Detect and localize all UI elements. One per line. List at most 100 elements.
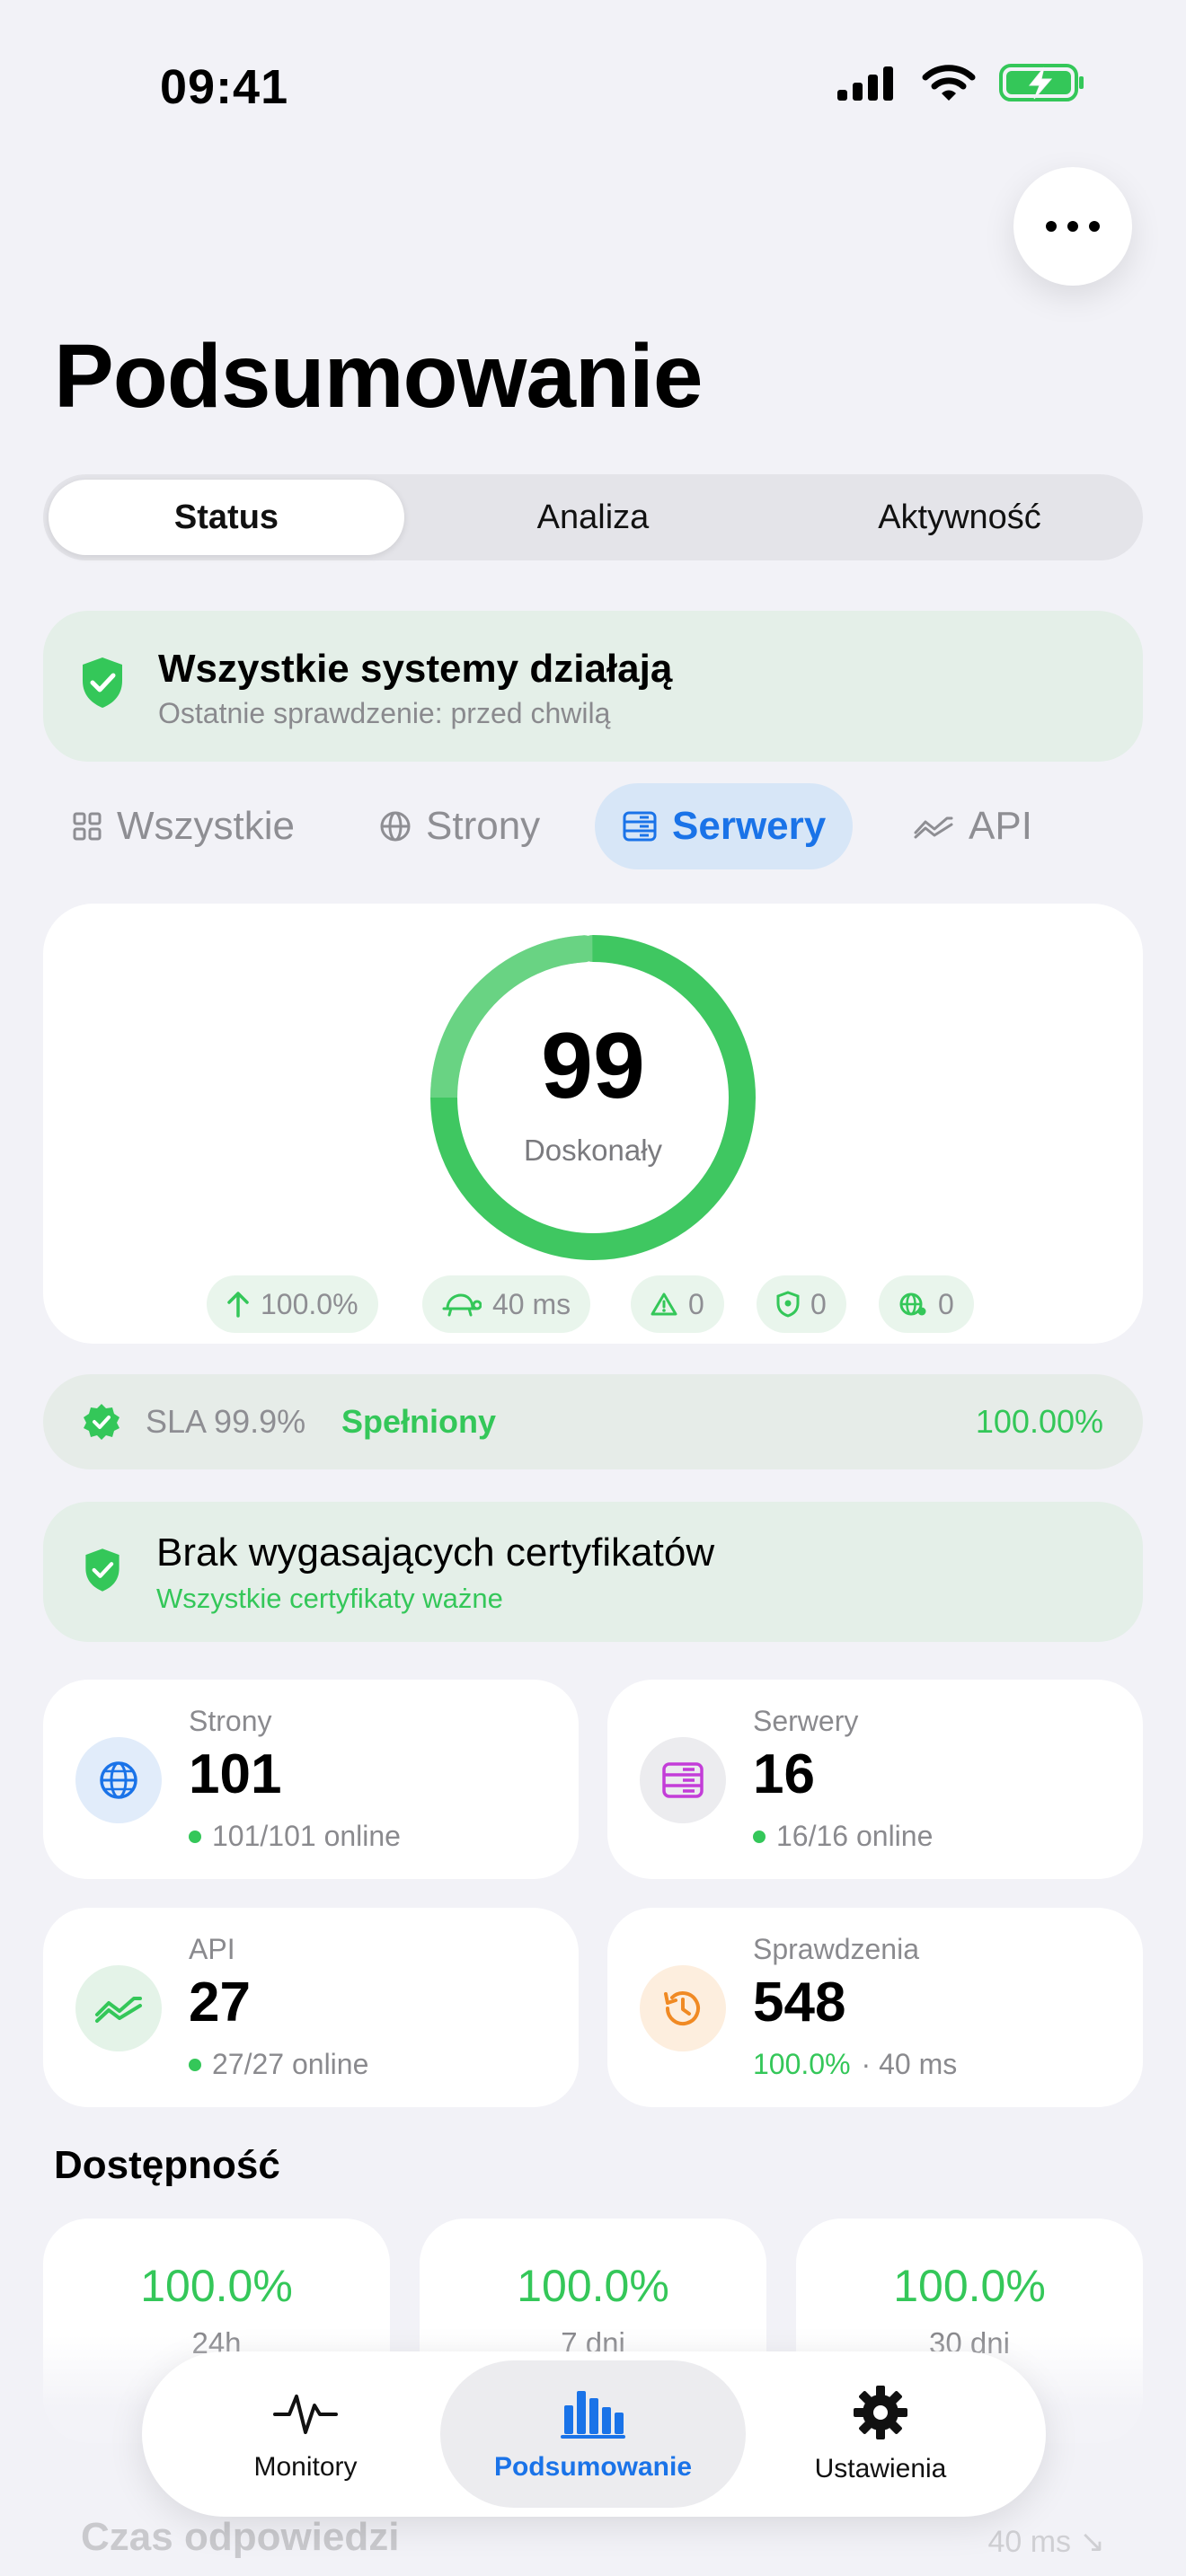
filter-servers-label: Serwery (672, 804, 827, 848)
stat-card-pages[interactable]: Strony 101 101/101 online (43, 1680, 579, 1879)
filter-servers[interactable]: Serwery (595, 783, 854, 869)
turtle-icon (442, 1293, 482, 1317)
shield-check-icon (85, 1548, 119, 1592)
api-label: API (189, 1933, 235, 1965)
metric-warnings-value: 0 (688, 1287, 704, 1320)
sla-bar[interactable]: SLA 99.9% Spełniony 100.00% (43, 1374, 1143, 1469)
status-bar: 09:41 (0, 0, 1186, 171)
segment-aktywnosc[interactable]: Aktywność (782, 480, 1137, 555)
globe-icon (380, 811, 411, 842)
metric-warnings: 0 (631, 1275, 724, 1333)
metric-uptime-value: 100.0% (261, 1287, 358, 1320)
checks-label: Sprawdzenia (753, 1933, 919, 1965)
filter-api[interactable]: API (886, 783, 1059, 869)
availability-value: 100.0% (140, 2261, 293, 2311)
heartbeat-icon (273, 2395, 338, 2434)
stat-card-checks[interactable]: Sprawdzenia 548 100.0% · 40 ms (607, 1908, 1143, 2107)
availability-value: 100.0% (893, 2261, 1046, 2311)
health-score-card: 99 Doskonały 100.0% 40 ms 0 0 0 (43, 904, 1143, 1344)
response-time-value: 40 ms ↘ (987, 2525, 1105, 2559)
segment-status[interactable]: Status (49, 480, 404, 555)
tab-monitors-label: Monitory (253, 2452, 358, 2482)
metric-security: 0 (757, 1275, 846, 1333)
segmented-control: Status Analiza Aktywność (43, 474, 1143, 560)
availability-value: 100.0% (517, 2261, 669, 2311)
grid-icon (73, 812, 102, 841)
server-icon (623, 811, 657, 842)
pages-value: 101 (189, 1743, 282, 1805)
tab-monitors[interactable]: Monitory (153, 2360, 458, 2508)
server-icon (662, 1762, 704, 1798)
servers-icon-circle (640, 1737, 726, 1823)
more-dot-icon (1089, 221, 1100, 232)
api-wave-icon (914, 816, 953, 839)
metric-network-value: 0 (938, 1287, 954, 1320)
filter-api-label: API (969, 804, 1032, 848)
history-icon (664, 1991, 700, 2026)
certificates-subtitle: Wszystkie certyfikaty ważne (156, 1583, 503, 1614)
api-online: 27/27 online (189, 2048, 368, 2081)
tab-settings-label: Ustawienia (814, 2454, 947, 2483)
more-dot-icon (1046, 221, 1057, 232)
response-time-title: Czas odpowiedzi (81, 2515, 400, 2559)
pages-online-text: 101/101 online (212, 1820, 401, 1852)
summary-screen: 09:41 Podsumowanie Status Analiza Aktywn… (0, 0, 1186, 2576)
servers-online: 16/16 online (753, 1820, 933, 1853)
stat-card-servers[interactable]: Serwery 16 16/16 online (607, 1680, 1143, 1879)
warning-icon (651, 1292, 677, 1316)
checks-icon-circle (640, 1965, 726, 2051)
servers-value: 16 (753, 1743, 815, 1805)
shield-icon (776, 1291, 800, 1318)
pages-icon-circle (75, 1737, 162, 1823)
certificates-title: Brak wygasających certyfikatów (156, 1531, 715, 1575)
gear-icon (854, 2386, 907, 2439)
tab-summary-label: Podsumowanie (493, 2452, 693, 2482)
availability-title: Dostępność (54, 2143, 280, 2187)
certificates-card[interactable]: Brak wygasających certyfikatów Wszystkie… (43, 1502, 1143, 1642)
checks-latency: · 40 ms (861, 2048, 958, 2080)
checks-percent: 100.0% (753, 2048, 851, 2080)
servers-online-text: 16/16 online (776, 1820, 934, 1852)
filter-all[interactable]: Wszystkie (45, 783, 322, 869)
tab-settings[interactable]: Ustawienia (728, 2360, 1033, 2508)
online-dot (189, 1830, 201, 1843)
metric-network: 0 (879, 1275, 974, 1333)
status-time: 09:41 (160, 60, 289, 114)
filter-all-label: Wszystkie (117, 804, 295, 848)
filter-pages[interactable]: Strony (352, 783, 567, 869)
score-value: 99 (541, 1014, 645, 1118)
tab-bar: Monitory Podsumowanie Ustawienia (142, 2351, 1046, 2517)
arrow-up-icon (227, 1292, 249, 1318)
servers-label: Serwery (753, 1705, 859, 1737)
stat-card-api[interactable]: API 27 27/27 online (43, 1908, 579, 2107)
wifi-icon (922, 65, 976, 101)
filter-pages-label: Strony (426, 804, 541, 848)
status-icons (836, 63, 1085, 102)
segment-analiza[interactable]: Analiza (415, 480, 771, 555)
tab-summary[interactable]: Podsumowanie (440, 2360, 746, 2508)
seal-check-icon (84, 1404, 119, 1440)
pages-online: 101/101 online (189, 1820, 401, 1853)
more-dot-icon (1067, 221, 1078, 232)
sla-state: Spełniony (341, 1403, 497, 1440)
more-options-button[interactable] (1013, 167, 1132, 286)
api-value: 27 (189, 1972, 251, 2033)
signal-icon (837, 66, 893, 101)
metric-security-value: 0 (810, 1287, 827, 1320)
bar-chart-icon (561, 2391, 625, 2439)
metric-latency-value: 40 ms (492, 1287, 571, 1320)
shield-check-icon (83, 657, 122, 708)
systems-status-card[interactable]: Wszystkie systemy działają Ostatnie spra… (43, 611, 1143, 762)
globe-network-icon (899, 1292, 926, 1316)
sla-label: SLA 99.9% (146, 1403, 306, 1440)
battery-charging-icon (999, 64, 1084, 101)
api-online-text: 27/27 online (212, 2048, 369, 2080)
online-dot (753, 1830, 766, 1843)
pages-label: Strony (189, 1705, 272, 1737)
metric-latency: 40 ms (422, 1275, 591, 1333)
page-title: Podsumowanie (54, 326, 703, 427)
status-title: Wszystkie systemy działają (158, 647, 673, 691)
metric-uptime: 100.0% (207, 1275, 378, 1333)
checks-value: 548 (753, 1972, 846, 2033)
status-subtitle: Ostatnie sprawdzenie: przed chwilą (158, 697, 611, 729)
